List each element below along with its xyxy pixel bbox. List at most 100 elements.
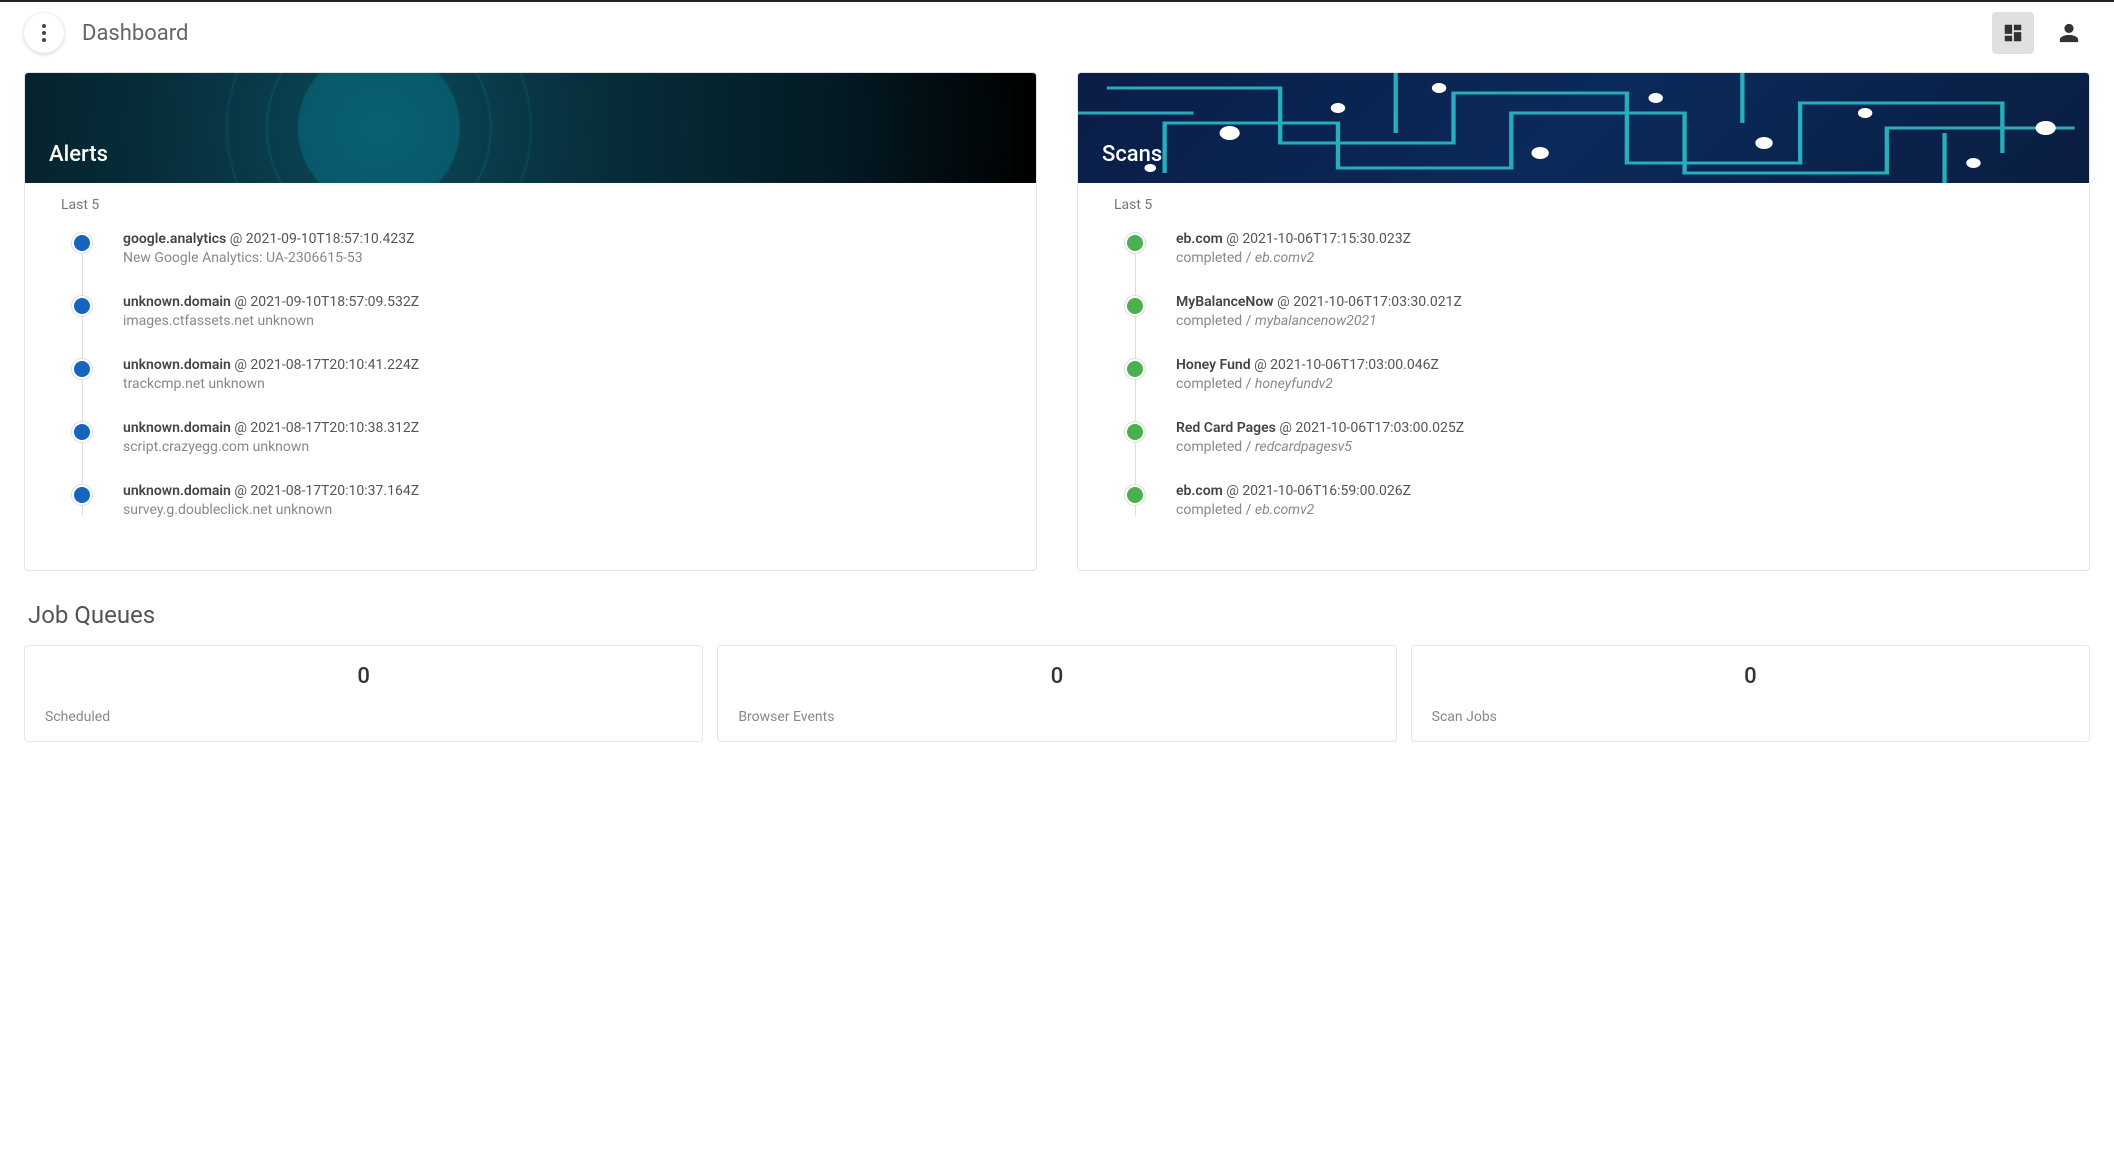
scan-item[interactable]: eb.com @ 2021-10-06T16:59:00.026Z comple… [1122,483,2053,546]
alert-dot-icon [72,296,92,316]
alert-title: google.analytics @ 2021-09-10T18:57:10.4… [123,231,1000,247]
separator: / [1242,250,1255,266]
alert-name: unknown.domain [123,294,231,310]
scan-item[interactable]: Red Card Pages @ 2021-10-06T17:03:00.025… [1122,420,2053,483]
alert-timestamp: 2021-08-17T20:10:38.312Z [250,420,419,436]
dashboard-view-button[interactable] [1992,12,2034,54]
alert-title: unknown.domain @ 2021-09-10T18:57:09.532… [123,294,1000,310]
scan-status: completed [1176,313,1242,329]
header: Dashboard [0,2,2114,64]
circuit-icon [1078,73,2089,183]
menu-button[interactable] [24,13,64,53]
queue-count: 0 [1432,664,2069,689]
scan-title: Honey Fund @ 2021-10-06T17:03:00.046Z [1176,357,2053,373]
scan-item[interactable]: MyBalanceNow @ 2021-10-06T17:03:30.021Z … [1122,294,2053,357]
scan-dot-icon [1125,422,1145,442]
alert-name: unknown.domain [123,483,231,499]
alerts-card: Alerts Last 5 google.analytics @ 2021-09… [24,72,1037,571]
queue-card-browser-events[interactable]: 0 Browser Events [717,645,1396,742]
content: Alerts Last 5 google.analytics @ 2021-09… [0,64,2114,766]
scan-title: MyBalanceNow @ 2021-10-06T17:03:30.021Z [1176,294,2053,310]
alert-dot-icon [72,422,92,442]
page-title: Dashboard [82,21,188,46]
scan-status: completed [1176,502,1242,518]
scan-dot-icon [1125,485,1145,505]
alerts-subhead: Last 5 [61,197,1000,213]
separator: @ [231,294,251,310]
scan-slug: honeyfundv2 [1255,376,1333,392]
scan-timestamp: 2021-10-06T17:03:30.021Z [1293,294,1462,310]
scan-name: Honey Fund [1176,357,1251,373]
scan-dot-icon [1125,233,1145,253]
alert-item[interactable]: google.analytics @ 2021-09-10T18:57:10.4… [69,231,1000,294]
alert-item[interactable]: unknown.domain @ 2021-09-10T18:57:09.532… [69,294,1000,357]
alert-title: unknown.domain @ 2021-08-17T20:10:41.224… [123,357,1000,373]
scans-card: Scans Last 5 eb.com @ 2021-10-06T17:15:3… [1077,72,2090,571]
header-left: Dashboard [24,13,188,53]
alert-item[interactable]: unknown.domain @ 2021-08-17T20:10:37.164… [69,483,1000,546]
alert-item[interactable]: unknown.domain @ 2021-08-17T20:10:38.312… [69,420,1000,483]
scan-name: eb.com [1176,231,1223,247]
scan-item[interactable]: Honey Fund @ 2021-10-06T17:03:00.046Z co… [1122,357,2053,420]
alert-detail: images.ctfassets.net unknown [123,313,1000,329]
separator: @ [1223,483,1243,499]
scan-name: Red Card Pages [1176,420,1276,436]
alert-title: unknown.domain @ 2021-08-17T20:10:37.164… [123,483,1000,499]
scan-timestamp: 2021-10-06T17:15:30.023Z [1242,231,1411,247]
separator: / [1242,502,1255,518]
scan-detail: completed / eb.comv2 [1176,502,2053,518]
alerts-card-header: Alerts [25,73,1036,183]
scans-card-title: Scans [1102,142,1162,167]
alert-name: google.analytics [123,231,226,247]
alert-item[interactable]: unknown.domain @ 2021-08-17T20:10:41.224… [69,357,1000,420]
scan-detail: completed / redcardpagesv5 [1176,439,2053,455]
alert-timestamp: 2021-08-17T20:10:37.164Z [250,483,419,499]
alert-detail: survey.g.doubleclick.net unknown [123,502,1000,518]
scan-title: eb.com @ 2021-10-06T17:15:30.023Z [1176,231,2053,247]
separator: @ [231,420,251,436]
queue-count: 0 [45,664,682,689]
separator: / [1242,439,1255,455]
scan-name: eb.com [1176,483,1223,499]
scan-timestamp: 2021-10-06T17:03:00.025Z [1295,420,1464,436]
alerts-timeline: google.analytics @ 2021-09-10T18:57:10.4… [61,231,1000,546]
scan-timestamp: 2021-10-06T16:59:00.026Z [1242,483,1411,499]
separator: / [1242,376,1255,392]
scans-card-body: Last 5 eb.com @ 2021-10-06T17:15:30.023Z… [1078,183,2089,570]
queue-card-scan-jobs[interactable]: 0 Scan Jobs [1411,645,2090,742]
queue-row: 0 Scheduled 0 Browser Events 0 Scan Jobs [24,645,2090,742]
alert-dot-icon [72,233,92,253]
alert-name: unknown.domain [123,357,231,373]
scan-slug: eb.comv2 [1255,250,1314,266]
header-right [1992,12,2090,54]
job-queues-title: Job Queues [28,601,2086,629]
user-menu-button[interactable] [2048,12,2090,54]
alert-detail: trackcmp.net unknown [123,376,1000,392]
scan-detail: completed / eb.comv2 [1176,250,2053,266]
separator: / [1242,313,1255,329]
separator: @ [231,357,251,373]
queue-card-scheduled[interactable]: 0 Scheduled [24,645,703,742]
scan-status: completed [1176,376,1242,392]
scan-status: completed [1176,439,1242,455]
more-vert-icon [42,24,46,42]
separator: @ [1274,294,1294,310]
queue-label: Scan Jobs [1432,709,2069,725]
scan-status: completed [1176,250,1242,266]
alert-title: unknown.domain @ 2021-08-17T20:10:38.312… [123,420,1000,436]
cards-row: Alerts Last 5 google.analytics @ 2021-09… [24,72,2090,571]
user-icon [2058,22,2080,44]
scan-name: MyBalanceNow [1176,294,1274,310]
scan-title: eb.com @ 2021-10-06T16:59:00.026Z [1176,483,2053,499]
scan-timestamp: 2021-10-06T17:03:00.046Z [1270,357,1439,373]
alert-dot-icon [72,359,92,379]
scans-card-header: Scans [1078,73,2089,183]
alert-dot-icon [72,485,92,505]
alert-timestamp: 2021-09-10T18:57:09.532Z [250,294,419,310]
scan-item[interactable]: eb.com @ 2021-10-06T17:15:30.023Z comple… [1122,231,2053,294]
alert-timestamp: 2021-09-10T18:57:10.423Z [246,231,415,247]
scan-detail: completed / mybalancenow2021 [1176,313,2053,329]
scans-timeline: eb.com @ 2021-10-06T17:15:30.023Z comple… [1114,231,2053,546]
scans-subhead: Last 5 [1114,197,2053,213]
separator: @ [1276,420,1296,436]
